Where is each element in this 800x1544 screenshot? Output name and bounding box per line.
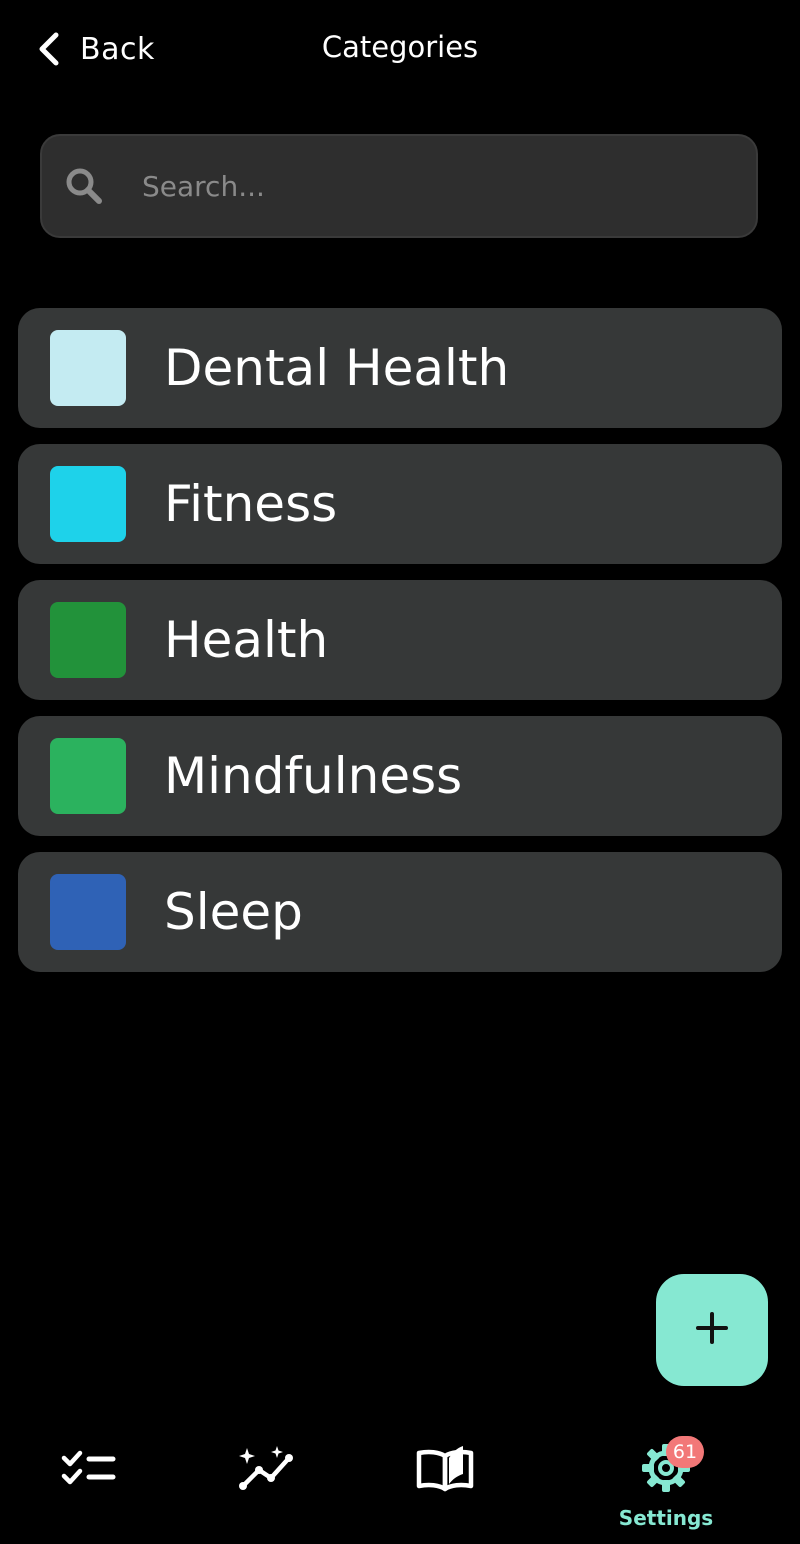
book-icon xyxy=(415,1440,475,1496)
category-label: Mindfulness xyxy=(164,747,463,805)
category-label: Dental Health xyxy=(164,339,510,397)
category-label: Fitness xyxy=(164,475,338,533)
sparkle-chart-icon xyxy=(237,1440,297,1496)
category-item-mindfulness[interactable]: Mindfulness xyxy=(18,716,782,836)
category-color-swatch xyxy=(50,466,126,542)
add-category-button[interactable] xyxy=(656,1274,768,1386)
category-item-sleep[interactable]: Sleep xyxy=(18,852,782,972)
search-bar[interactable] xyxy=(40,134,758,238)
category-color-swatch xyxy=(50,874,126,950)
search-icon xyxy=(64,166,104,206)
category-color-swatch xyxy=(50,602,126,678)
plus-icon xyxy=(695,1311,729,1349)
category-item-dental-health[interactable]: Dental Health xyxy=(18,308,782,428)
nav-item-journal[interactable] xyxy=(385,1420,505,1544)
notification-badge: 61 xyxy=(666,1436,704,1468)
nav-item-settings[interactable]: 61 Settings xyxy=(606,1420,726,1544)
header: Back Categories xyxy=(0,0,800,100)
category-label: Health xyxy=(164,611,329,669)
category-color-swatch xyxy=(50,738,126,814)
category-item-health[interactable]: Health xyxy=(18,580,782,700)
nav-item-habits[interactable] xyxy=(29,1420,149,1544)
search-input[interactable] xyxy=(140,168,704,204)
category-list: Dental Health Fitness Health Mindfulness… xyxy=(18,308,782,988)
nav-label-settings: Settings xyxy=(618,1506,714,1530)
category-color-swatch xyxy=(50,330,126,406)
bottom-nav: 61 Settings xyxy=(0,1420,800,1544)
category-label: Sleep xyxy=(164,883,303,941)
nav-item-stats[interactable] xyxy=(207,1420,327,1544)
checklist-icon xyxy=(59,1440,119,1496)
category-item-fitness[interactable]: Fitness xyxy=(18,444,782,564)
gear-icon: 61 xyxy=(636,1436,704,1496)
page-title: Categories xyxy=(321,30,479,64)
